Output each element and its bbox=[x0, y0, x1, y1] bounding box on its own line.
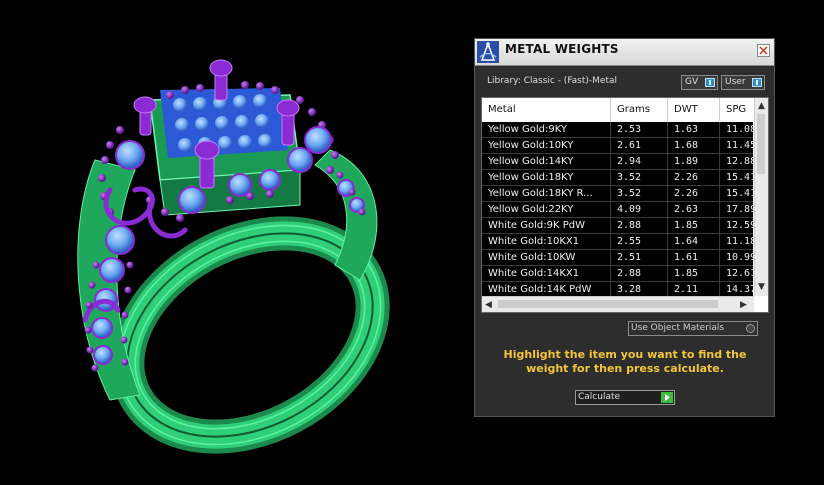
grams-cell: 3.52 bbox=[611, 186, 668, 201]
dwt-cell: 2.63 bbox=[668, 202, 720, 217]
horizontal-scrollbar[interactable]: ◀ ▶ bbox=[482, 296, 754, 312]
instructions-text: Highlight the item you want to find the … bbox=[503, 348, 747, 375]
metal-weights-app-icon bbox=[477, 41, 499, 63]
metal-cell: White Gold:14KX1 bbox=[482, 266, 611, 281]
table-row[interactable]: Yellow Gold:18KY R... 3.52 2.26 15.41 bbox=[482, 186, 753, 202]
table-row[interactable]: Yellow Gold:22KY 4.09 2.63 17.89 bbox=[482, 202, 753, 218]
column-header-grams[interactable]: Grams bbox=[611, 98, 668, 121]
dwt-cell: 1.85 bbox=[668, 218, 720, 233]
close-button[interactable] bbox=[757, 44, 770, 57]
library-label: Library: Classic - (Fast)-Metal bbox=[487, 76, 618, 86]
metal-cell: Yellow Gold:9KY bbox=[482, 122, 611, 137]
gv-toggle[interactable]: GV bbox=[681, 75, 718, 90]
column-header-dwt[interactable]: DWT bbox=[668, 98, 720, 121]
spg-cell: 12.59 bbox=[720, 218, 753, 233]
metal-cell: Yellow Gold:10KY bbox=[482, 138, 611, 153]
calculate-button[interactable]: Calculate bbox=[575, 390, 675, 405]
spg-cell: 15.41 bbox=[720, 170, 753, 185]
dwt-cell: 1.89 bbox=[668, 154, 720, 169]
vertical-scroll-thumb[interactable] bbox=[757, 114, 765, 174]
grams-cell: 2.94 bbox=[611, 154, 668, 169]
3d-viewport[interactable] bbox=[0, 0, 470, 481]
panel-title: METAL WEIGHTS bbox=[505, 42, 619, 56]
table-row[interactable]: White Gold:10KW 2.51 1.61 10.99 bbox=[482, 250, 753, 266]
metal-cell: White Gold:9K PdW bbox=[482, 218, 611, 233]
grams-cell: 2.88 bbox=[611, 266, 668, 281]
table-row[interactable]: White Gold:14KX1 2.88 1.85 12.61 bbox=[482, 266, 753, 282]
metal-cell: Yellow Gold:18KY R... bbox=[482, 186, 611, 201]
vertical-scrollbar[interactable]: ▲ ▼ bbox=[754, 98, 768, 296]
dwt-cell: 1.85 bbox=[668, 266, 720, 281]
table-row[interactable]: White Gold:9K PdW 2.88 1.85 12.59 bbox=[482, 218, 753, 234]
spg-cell: 12.61 bbox=[720, 266, 753, 281]
grams-cell: 2.61 bbox=[611, 138, 668, 153]
horizontal-scroll-thumb[interactable] bbox=[498, 300, 718, 308]
spg-cell: 11.45 bbox=[720, 138, 753, 153]
use-object-materials-label: Use Object Materials bbox=[631, 323, 725, 333]
metal-cell: Yellow Gold:22KY bbox=[482, 202, 611, 217]
scroll-left-icon[interactable]: ◀ bbox=[485, 300, 492, 310]
calculate-label: Calculate bbox=[578, 392, 621, 402]
spg-cell: 15.41 bbox=[720, 186, 753, 201]
dwt-cell: 1.64 bbox=[668, 234, 720, 249]
grams-cell: 3.28 bbox=[611, 282, 668, 297]
table-row[interactable]: Yellow Gold:10KY 2.61 1.68 11.45 bbox=[482, 138, 753, 154]
table-row[interactable]: Yellow Gold:18KY 3.52 2.26 15.41 bbox=[482, 170, 753, 186]
metal-cell: Yellow Gold:18KY bbox=[482, 170, 611, 185]
dwt-cell: 1.68 bbox=[668, 138, 720, 153]
dwt-cell: 2.26 bbox=[668, 170, 720, 185]
spg-cell: 11.18 bbox=[720, 234, 753, 249]
dwt-cell: 1.61 bbox=[668, 250, 720, 265]
panel-titlebar[interactable]: METAL WEIGHTS bbox=[475, 39, 774, 66]
metal-cell: White Gold:14K PdW bbox=[482, 282, 611, 297]
spg-cell: 14.37 bbox=[720, 282, 753, 297]
scroll-right-icon[interactable]: ▶ bbox=[740, 300, 747, 310]
play-icon bbox=[661, 392, 673, 403]
spg-cell: 10.99 bbox=[720, 250, 753, 265]
gv-toggle-label: GV bbox=[685, 77, 699, 87]
toggle-indicator-icon bbox=[705, 78, 715, 87]
table-row[interactable]: Yellow Gold:9KY 2.53 1.63 11.08 bbox=[482, 122, 753, 138]
table-body: Yellow Gold:9KY 2.53 1.63 11.08 Yellow G… bbox=[482, 122, 753, 297]
dwt-cell: 1.63 bbox=[668, 122, 720, 137]
spg-cell: 11.08 bbox=[720, 122, 753, 137]
use-object-materials-toggle[interactable]: Use Object Materials bbox=[628, 321, 758, 336]
metal-table[interactable]: Metal Grams DWT SPG Yellow Gold:9KY 2.53… bbox=[481, 97, 769, 313]
metal-cell: White Gold:10KX1 bbox=[482, 234, 611, 249]
table-row[interactable]: White Gold:10KX1 2.55 1.64 11.18 bbox=[482, 234, 753, 250]
grams-cell: 2.51 bbox=[611, 250, 668, 265]
radio-icon bbox=[746, 324, 755, 333]
scroll-down-icon[interactable]: ▼ bbox=[758, 282, 765, 292]
table-header: Metal Grams DWT SPG bbox=[482, 98, 761, 121]
table-row[interactable]: White Gold:14K PdW 3.28 2.11 14.37 bbox=[482, 282, 753, 297]
dwt-cell: 2.11 bbox=[668, 282, 720, 297]
ring-model[interactable] bbox=[0, 0, 470, 481]
table-row[interactable]: Yellow Gold:14KY 2.94 1.89 12.88 bbox=[482, 154, 753, 170]
grams-cell: 2.55 bbox=[611, 234, 668, 249]
metal-cell: Yellow Gold:14KY bbox=[482, 154, 611, 169]
grams-cell: 2.88 bbox=[611, 218, 668, 233]
user-toggle[interactable]: User bbox=[721, 75, 765, 90]
grams-cell: 4.09 bbox=[611, 202, 668, 217]
spg-cell: 17.89 bbox=[720, 202, 753, 217]
toggle-indicator-icon bbox=[752, 78, 762, 87]
spg-cell: 12.88 bbox=[720, 154, 753, 169]
close-icon bbox=[759, 46, 768, 55]
dwt-cell: 2.26 bbox=[668, 186, 720, 201]
grams-cell: 3.52 bbox=[611, 170, 668, 185]
column-header-metal[interactable]: Metal bbox=[482, 98, 611, 121]
grams-cell: 2.53 bbox=[611, 122, 668, 137]
user-toggle-label: User bbox=[725, 77, 746, 87]
metal-weights-panel: METAL WEIGHTS Library: Classic - (Fast)-… bbox=[474, 38, 775, 417]
metal-cell: White Gold:10KW bbox=[482, 250, 611, 265]
scroll-up-icon[interactable]: ▲ bbox=[758, 101, 765, 111]
